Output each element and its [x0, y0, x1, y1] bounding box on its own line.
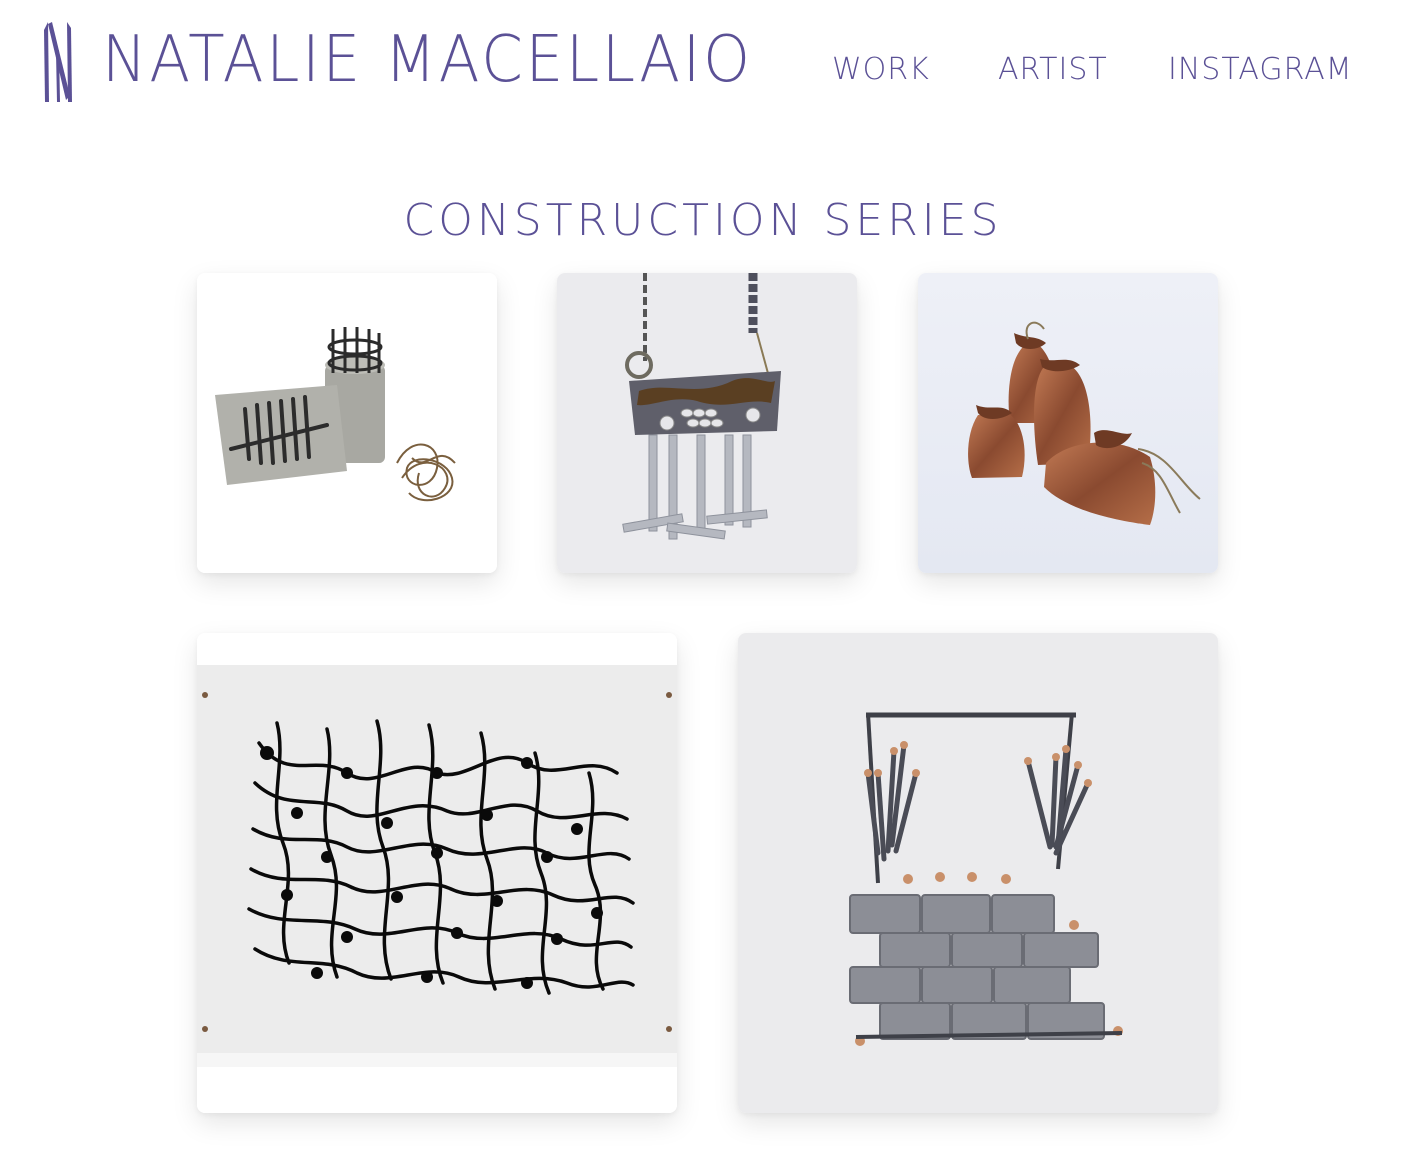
nav-work-link[interactable]: WORK — [832, 50, 930, 90]
gallery-image-concrete-blocks[interactable] — [197, 273, 497, 573]
nm-monogram-icon[interactable] — [42, 22, 74, 102]
site-header: NATALIE MACELLAIO WORK ARTIST INSTAGRAM — [0, 0, 1406, 120]
nav-instagram-link[interactable]: INSTAGRAM — [1168, 50, 1353, 90]
gallery-image-brick-necklace[interactable] — [738, 633, 1218, 1113]
nav-artist-link[interactable]: ARTIST — [998, 50, 1108, 90]
site-title[interactable]: NATALIE MACELLAIO — [102, 20, 753, 100]
page-title: CONSTRUCTION SERIES — [403, 195, 1003, 247]
gallery-image-ink-drawing[interactable] — [197, 633, 677, 1113]
gallery-image-concrete-pendant[interactable] — [557, 273, 857, 573]
gallery-image-copper-sacks[interactable] — [918, 273, 1218, 573]
